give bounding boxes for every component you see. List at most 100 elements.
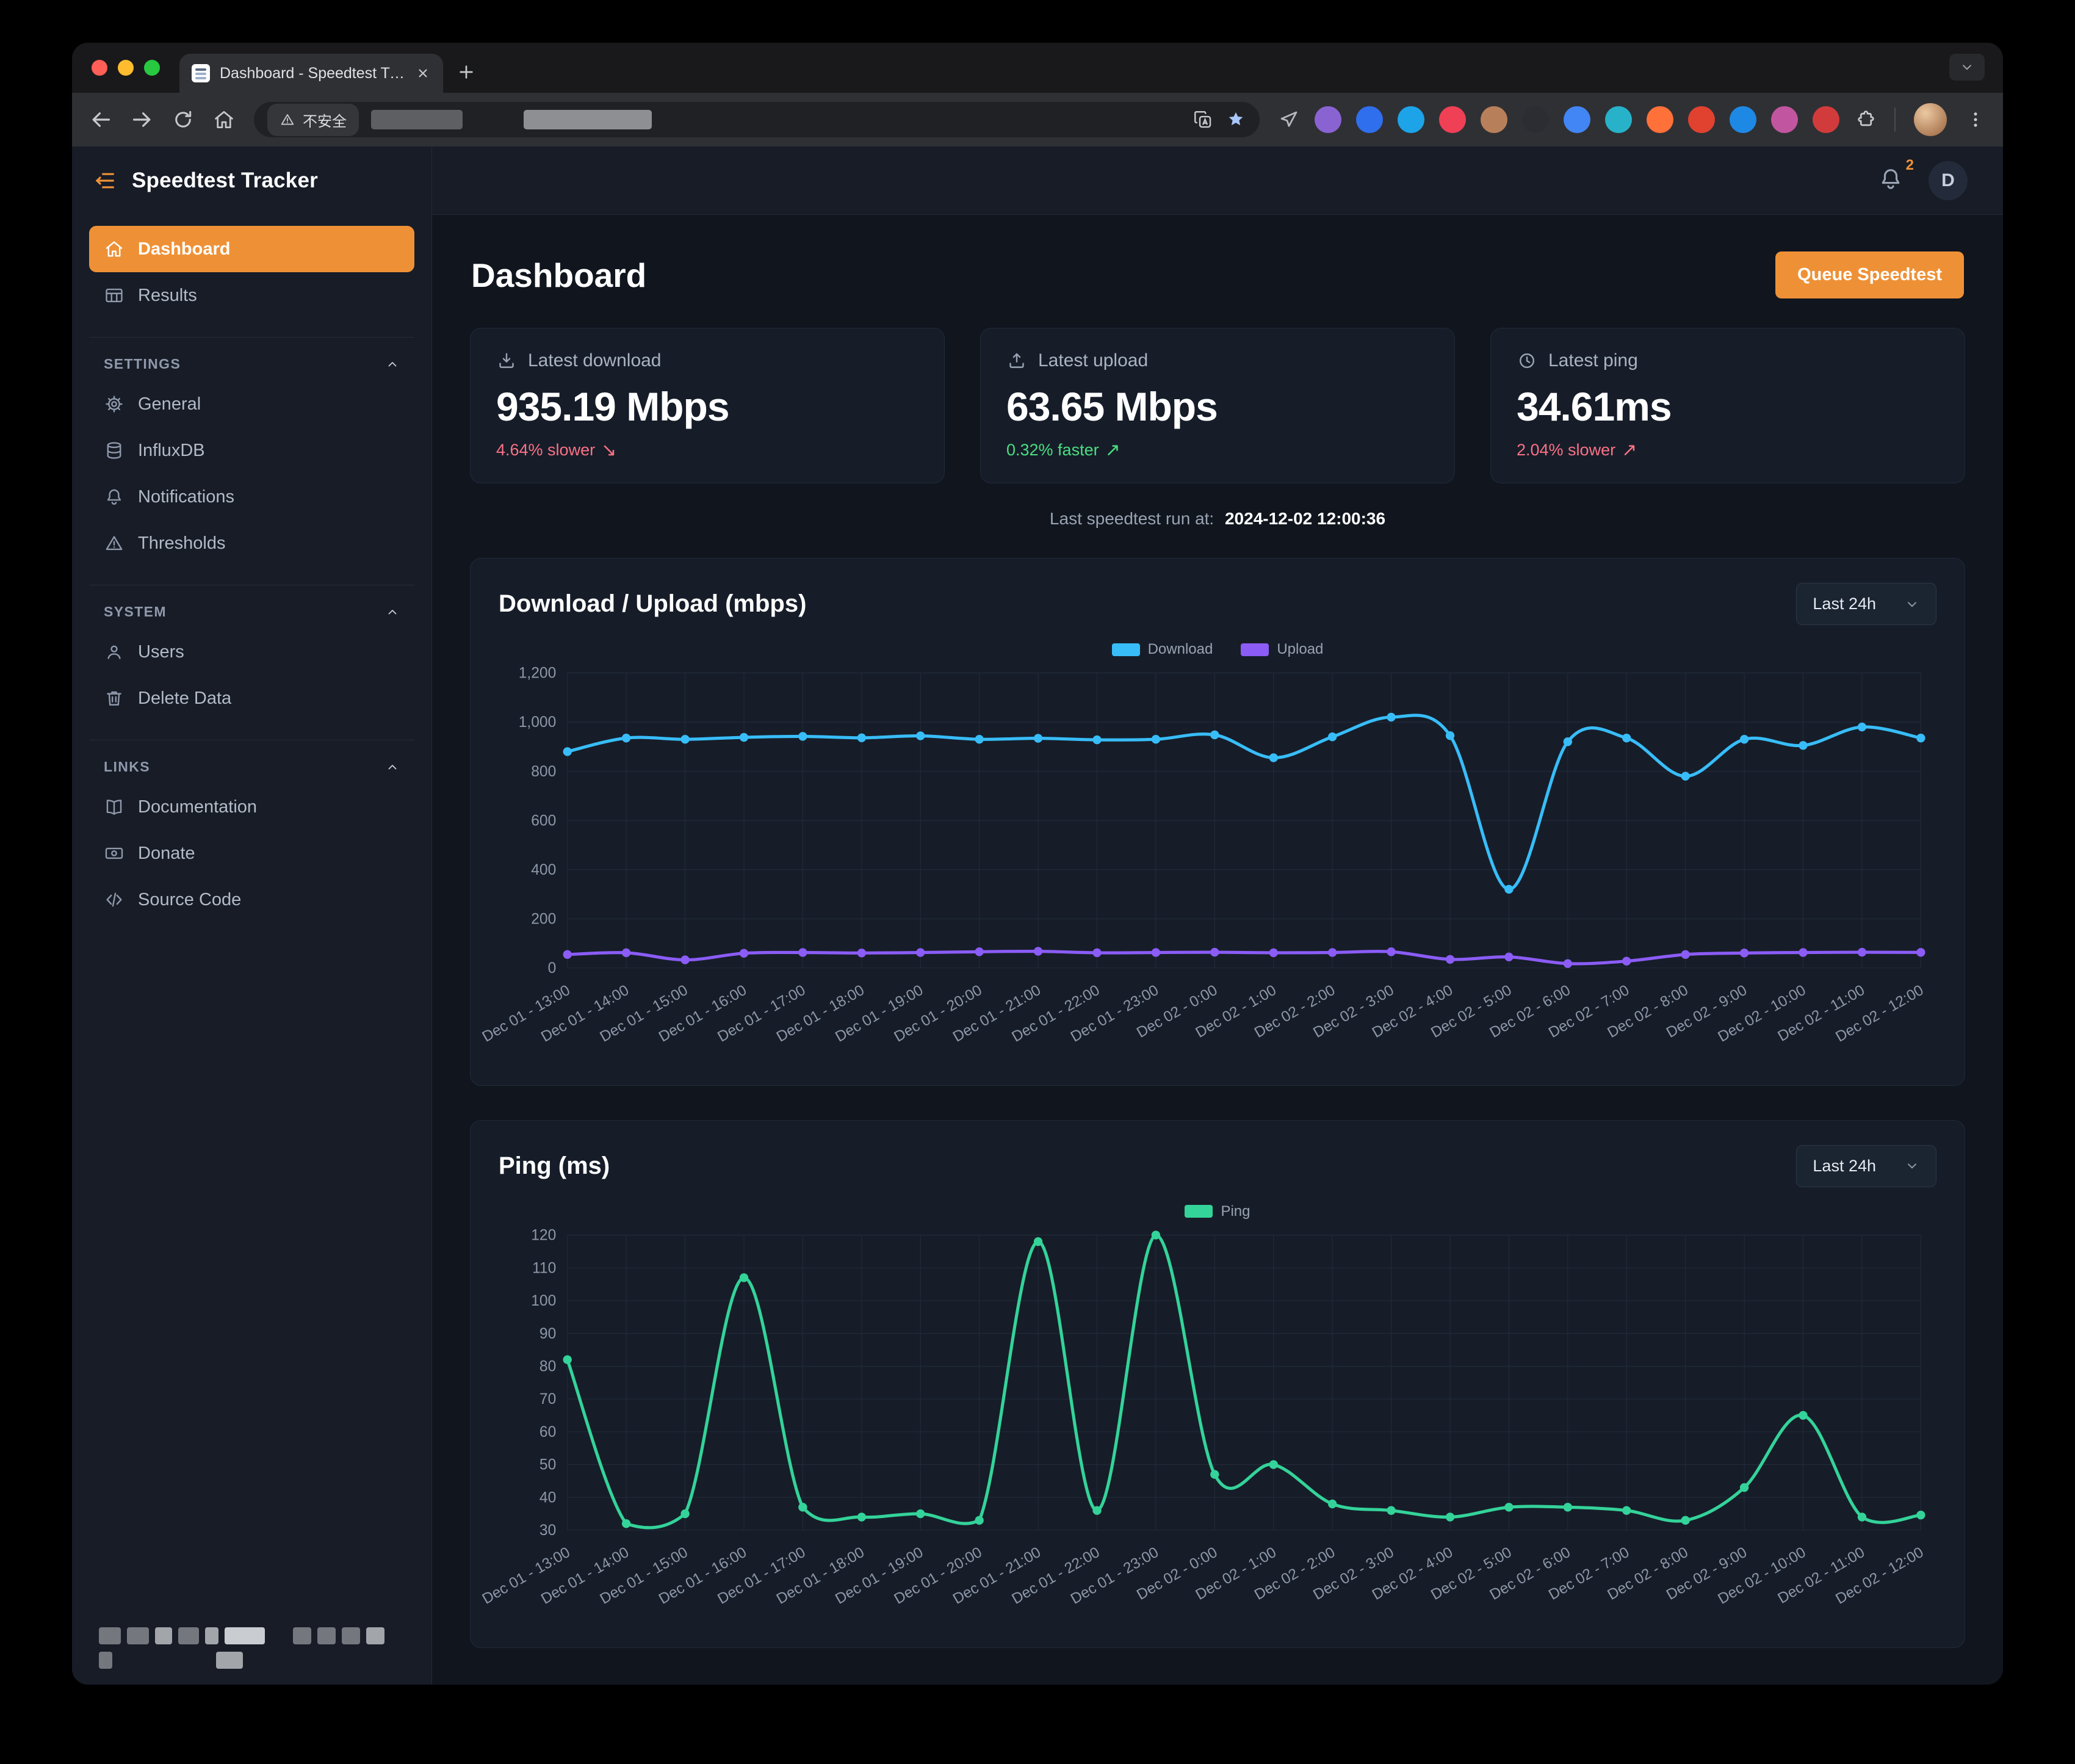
address-bar[interactable]: 不安全 — [254, 102, 1260, 137]
sidebar-section-system: SYSTEM Users Delete Data — [89, 585, 414, 721]
stat-label: Latest download — [528, 350, 662, 371]
extension-icon[interactable] — [1356, 106, 1383, 133]
sidebar-item-results[interactable]: Results — [89, 272, 414, 319]
database-icon — [104, 440, 125, 461]
sidebar-item-delete-data[interactable]: Delete Data — [89, 675, 414, 721]
sidebar-item-notifications[interactable]: Notifications — [89, 474, 414, 520]
user-icon — [104, 642, 125, 662]
extension-icon[interactable] — [1771, 106, 1798, 133]
browser-window: Dashboard - Speedtest Track 不安全 — [72, 43, 2003, 1685]
sidebar-item-source-code[interactable]: Source Code — [89, 877, 414, 923]
stat-value: 935.19 Mbps — [496, 383, 918, 430]
forward-button[interactable] — [131, 108, 154, 131]
maximize-window-button[interactable] — [144, 60, 160, 76]
translate-icon[interactable] — [1193, 109, 1213, 130]
extension-icon[interactable] — [1315, 106, 1341, 133]
extensions-puzzle-icon[interactable] — [1854, 109, 1876, 131]
svg-text:60: 60 — [540, 1424, 556, 1440]
range-select-ping[interactable]: Last 24h — [1796, 1145, 1936, 1187]
last-run-line: Last speedtest run at: 2024-12-02 12:00:… — [470, 509, 1965, 529]
book-open-icon — [104, 797, 125, 817]
range-select-value: Last 24h — [1813, 1157, 1876, 1176]
toolbar-divider — [1894, 107, 1896, 132]
svg-text:40: 40 — [540, 1489, 556, 1506]
extension-icon[interactable] — [1439, 106, 1466, 133]
extension-icon[interactable] — [1605, 106, 1632, 133]
new-tab-button[interactable] — [457, 62, 476, 82]
reload-button[interactable] — [172, 109, 194, 131]
section-header-system[interactable]: SYSTEM — [89, 600, 414, 629]
legend-swatch-ping — [1185, 1205, 1213, 1218]
section-header-links[interactable]: LINKS — [89, 755, 414, 784]
svg-text:600: 600 — [531, 812, 556, 829]
sidebar-item-label: Donate — [138, 844, 195, 864]
close-window-button[interactable] — [92, 60, 107, 76]
range-select-download-upload[interactable]: Last 24h — [1796, 583, 1936, 625]
tab-search-chevron-button[interactable] — [1949, 54, 1985, 81]
sidebar-item-dashboard[interactable]: Dashboard — [89, 226, 414, 272]
sidebar-collapse-icon[interactable] — [93, 168, 117, 193]
download-upload-chart: 02004006008001,0001,200Dec 01 - 13:00Dec… — [499, 662, 1936, 1068]
sidebar-item-label: InfluxDB — [138, 441, 205, 461]
queue-speedtest-button[interactable]: Queue Speedtest — [1775, 251, 1964, 298]
sidebar-item-general[interactable]: General — [89, 381, 414, 427]
redacted-url-segment — [371, 110, 463, 129]
notifications-bell-icon[interactable]: 2 — [1877, 165, 1904, 195]
send-extension-icon[interactable] — [1278, 109, 1300, 131]
clock-icon — [1517, 350, 1537, 371]
bell-icon — [104, 486, 125, 507]
code-bracket-icon — [104, 889, 125, 910]
table-cells-icon — [104, 285, 125, 306]
trash-icon — [104, 688, 125, 709]
svg-text:1,000: 1,000 — [519, 714, 557, 731]
stat-card-download: Latest download 935.19 Mbps 4.64% slower… — [470, 328, 945, 483]
sidebar-item-influxdb[interactable]: InfluxDB — [89, 427, 414, 474]
stat-value: 63.65 Mbps — [1006, 383, 1429, 430]
stat-card-ping: Latest ping 34.61ms 2.04% slower ↗ — [1490, 328, 1965, 483]
extension-icon[interactable] — [1481, 106, 1507, 133]
extension-icon[interactable] — [1564, 106, 1590, 133]
extension-icon[interactable] — [1398, 106, 1424, 133]
trend-up-icon: ↗ — [1622, 439, 1637, 461]
sidebar-item-documentation[interactable]: Documentation — [89, 784, 414, 830]
range-select-value: Last 24h — [1813, 595, 1876, 613]
sidebar-footer-redacted — [99, 1620, 407, 1669]
svg-text:120: 120 — [531, 1227, 556, 1243]
browser-profile-avatar[interactable] — [1914, 103, 1947, 136]
svg-text:0: 0 — [548, 960, 557, 977]
sidebar-item-users[interactable]: Users — [89, 629, 414, 675]
extension-icon[interactable] — [1688, 106, 1715, 133]
sidebar-item-label: Dashboard — [138, 239, 230, 259]
sidebar-item-label: Documentation — [138, 797, 257, 817]
extension-icon[interactable] — [1522, 106, 1549, 133]
user-avatar[interactable]: D — [1929, 161, 1968, 200]
ping-chart: 30405060708090100110120Dec 01 - 13:00Dec… — [499, 1224, 1936, 1630]
stat-value: 34.61ms — [1517, 383, 1939, 430]
legend-swatch-upload — [1241, 643, 1269, 656]
svg-text:30: 30 — [540, 1522, 556, 1539]
extension-icon[interactable] — [1647, 106, 1673, 133]
section-header-settings[interactable]: SETTINGS — [89, 352, 414, 381]
browser-menu-kebab-icon[interactable] — [1965, 109, 1986, 130]
back-button[interactable] — [89, 108, 112, 131]
security-chip[interactable]: 不安全 — [267, 104, 359, 136]
tab-close-icon[interactable] — [415, 65, 431, 81]
sidebar-item-donate[interactable]: Donate — [89, 830, 414, 877]
sidebar-item-label: Results — [138, 286, 197, 306]
browser-tab[interactable]: Dashboard - Speedtest Track — [179, 54, 443, 93]
bookmark-star-icon[interactable] — [1225, 109, 1246, 130]
tab-title: Dashboard - Speedtest Track — [220, 65, 405, 82]
sidebar-item-thresholds[interactable]: Thresholds — [89, 520, 414, 566]
minimize-window-button[interactable] — [118, 60, 134, 76]
warning-triangle-icon — [104, 533, 125, 554]
extension-icon[interactable] — [1730, 106, 1756, 133]
svg-text:800: 800 — [531, 764, 556, 780]
extension-icon[interactable] — [1813, 106, 1839, 133]
chevron-up-icon — [385, 760, 400, 775]
home-button[interactable] — [212, 108, 236, 131]
page-content: Dashboard Queue Speedtest Latest downloa… — [432, 215, 2003, 1685]
sidebar-item-label: Delete Data — [138, 689, 231, 709]
security-label: 不安全 — [303, 109, 347, 131]
stat-label: Latest upload — [1038, 350, 1148, 371]
legend-label: Ping — [1221, 1203, 1250, 1220]
